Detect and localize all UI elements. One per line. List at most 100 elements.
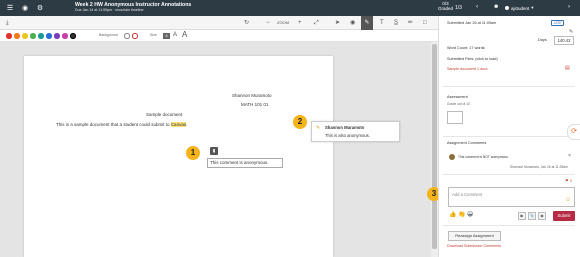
no-background-icon[interactable]	[132, 33, 138, 39]
student-name: ajstudent	[511, 5, 530, 11]
pencil-icon: ✎	[316, 125, 321, 131]
chevron-down-icon: ▾	[531, 5, 534, 10]
assignment-comments-heading: Assignment Comments	[447, 141, 487, 145]
annotation-comment-card[interactable]: ✎ Shannon Muramoto This is also anonymou…	[311, 121, 400, 142]
prev-student-icon[interactable]: ‹	[476, 4, 478, 10]
color-swatch-orange[interactable]	[14, 33, 20, 39]
point-annotation-icon[interactable]: ◉	[350, 18, 355, 28]
color-swatch-yellow[interactable]	[22, 33, 28, 39]
download-comments-link[interactable]: Download Submission Comments	[447, 244, 501, 248]
graded-label: Graded	[438, 5, 454, 11]
callout-badge-1: 1	[186, 146, 200, 160]
comment-placeholder: Add a Comment	[452, 192, 483, 197]
graded-counter: 0/3 Graded	[438, 1, 454, 12]
highlight-annotation[interactable]: Canvas	[170, 122, 187, 127]
annotation-toolbar: ⤓ ↻ − ZOOM + ⤢ ➤ ◉ ✎ T S̲ ✏ □	[0, 16, 438, 30]
annotation-text: This is also anonymous.	[325, 133, 370, 138]
rotate-icon[interactable]: ↻	[244, 18, 249, 28]
zoom-out-icon[interactable]: −	[266, 18, 270, 28]
eye-icon[interactable]: ◉	[20, 3, 30, 13]
pointer-icon[interactable]: ➤	[335, 18, 340, 28]
submitted-files-label: Submitted Files: (click to load)	[447, 57, 498, 61]
reassign-assignment-button[interactable]: Reassign Assignment	[448, 231, 501, 241]
document-text-end: .	[186, 122, 188, 127]
callout-badge-2: 2	[293, 115, 307, 129]
color-swatch-black[interactable]	[70, 33, 76, 39]
size-small-button[interactable]: A	[163, 33, 170, 39]
delete-comment-icon[interactable]: ×	[568, 153, 571, 159]
student-avatar	[505, 6, 509, 10]
document-text: This is a sample document that a student…	[56, 122, 171, 127]
color-swatch-green[interactable]	[30, 33, 36, 39]
next-student-icon[interactable]: ›	[568, 4, 570, 10]
assignment-due-date: Due Jan 14 at 11:59pm · mountain timelin…	[75, 8, 144, 13]
comment-text: This comment is NOT anonymous.	[458, 155, 509, 159]
color-swatch-blue[interactable]	[46, 33, 52, 39]
expand-icon[interactable]: ⤢	[314, 18, 319, 28]
comment-textarea[interactable]: Add a Comment ☺	[448, 187, 575, 207]
freedraw-icon[interactable]: ✎	[361, 16, 373, 30]
edit-icon[interactable]: ✎	[569, 29, 573, 35]
color-swatch-pink[interactable]	[62, 33, 68, 39]
comment-pin-icon[interactable]: ▮	[210, 147, 218, 155]
clap-icon[interactable]: 👏	[458, 211, 465, 218]
size-medium-button[interactable]: A	[173, 32, 177, 38]
document-course: MATH 101 01	[241, 102, 269, 107]
document-body: This is a sample document that a student…	[56, 122, 187, 127]
late-badge: LATE	[551, 20, 564, 26]
student-position: 1/3	[455, 5, 462, 11]
strikeout-icon[interactable]: S̲	[394, 18, 398, 28]
size-label: Size	[150, 33, 157, 37]
file-icon[interactable]: ▤	[565, 65, 570, 71]
settings-icon[interactable]: ⚙	[35, 3, 45, 13]
submitted-date: Submitted Jan 26 at 11:09am	[447, 21, 497, 25]
download-icon[interactable]: ⤓	[6, 18, 9, 28]
section-divider	[443, 225, 575, 226]
section-divider	[443, 136, 575, 137]
record-button[interactable]: ◉	[538, 212, 546, 220]
canvas-scrollbar-thumb[interactable]	[432, 44, 437, 249]
zoom-in-icon[interactable]: +	[298, 18, 302, 28]
color-palette-bar: Background Size A A A	[0, 30, 438, 42]
section-divider	[443, 174, 575, 175]
smile-icon[interactable]: 😀	[467, 211, 473, 218]
size-large-button[interactable]: A	[182, 30, 187, 39]
pen-icon[interactable]: ✏	[408, 18, 413, 28]
document-page[interactable]	[24, 56, 333, 257]
area-icon[interactable]: □	[423, 18, 427, 28]
section-divider	[443, 86, 575, 87]
thumbs-up-icon[interactable]: 👍	[449, 211, 456, 218]
annotation-author: Shannon Muramoto	[325, 125, 365, 130]
background-none-swatch[interactable]	[124, 33, 130, 39]
background-label: Background	[99, 33, 118, 37]
color-swatch-teal[interactable]	[38, 33, 44, 39]
submission-file-link[interactable]: Sample document 1.docx	[447, 67, 488, 71]
rubric-toggle-icon[interactable]: ⟳	[567, 124, 580, 140]
document-title: Sample document	[146, 112, 183, 117]
submit-comment-button[interactable]: Submit	[553, 211, 575, 221]
student-selector[interactable]: ajstudent ▾	[505, 5, 534, 11]
text-icon[interactable]: T	[380, 18, 384, 28]
media-comment-button[interactable]: ▶	[518, 212, 526, 220]
comment-meta: Shannon Muramoto, Jan 26 at 11:35am	[510, 165, 568, 169]
grade-input[interactable]	[447, 111, 463, 124]
avatar	[449, 154, 455, 160]
word-count: Word Count: 17 words	[447, 46, 485, 50]
attach-file-button[interactable]: 📎	[528, 212, 536, 220]
comment-count: 0	[570, 179, 572, 183]
zoom-label: ZOOM	[277, 20, 289, 25]
assignment-header: Week 2 HW Anonymous Instructor Annotatio…	[75, 2, 191, 13]
days-late-input[interactable]: 140.42	[554, 36, 574, 45]
top-bar: ☰ ◉ ⚙ Week 2 HW Anonymous Instructor Ann…	[0, 0, 580, 16]
document-author: Shannon Muramoto	[232, 93, 272, 98]
comment-tooltip: This comment is anonymous.	[207, 158, 283, 168]
emoji-icon[interactable]: ☺	[565, 197, 571, 203]
assessment-heading: Assessment	[447, 95, 468, 99]
days-label: Days	[538, 38, 547, 42]
user-icon[interactable]: ☻	[493, 4, 499, 10]
collapse-icon[interactable]: ☰	[5, 3, 15, 13]
comment-flag-icon: ⚑	[565, 178, 569, 183]
color-swatch-red[interactable]	[6, 33, 12, 39]
color-swatch-purple[interactable]	[54, 33, 60, 39]
grade-out-of-label: Grade out of 10	[447, 102, 470, 106]
